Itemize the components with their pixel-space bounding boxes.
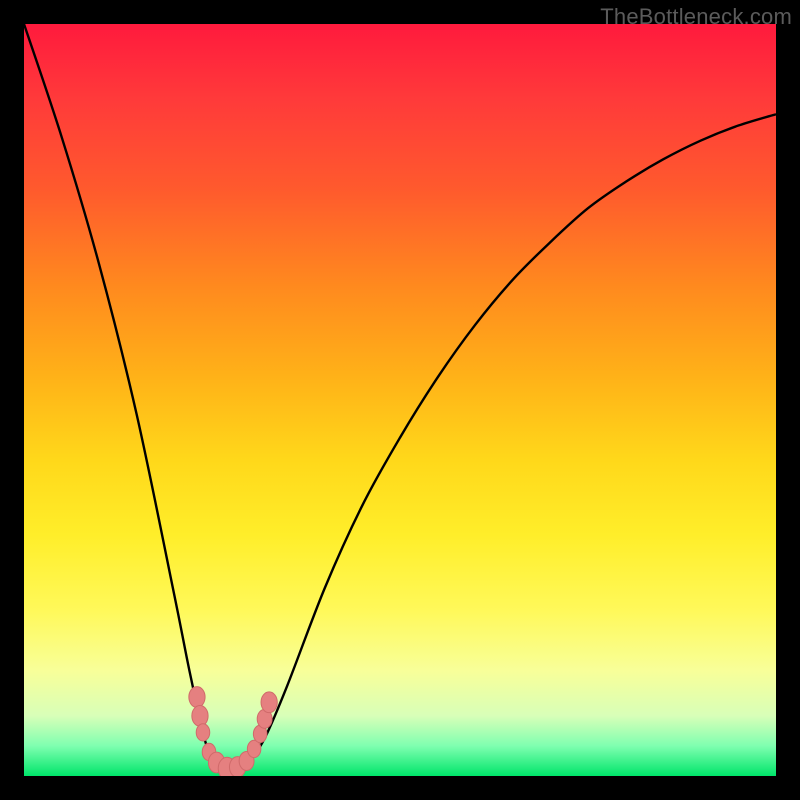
plot bbox=[24, 24, 776, 776]
watermark-text: TheBottleneck.com bbox=[600, 4, 792, 30]
beads-group bbox=[189, 687, 277, 776]
bead-marker bbox=[196, 724, 210, 741]
curve-svg bbox=[24, 24, 776, 776]
plot-frame bbox=[24, 24, 776, 776]
bead-marker bbox=[261, 692, 277, 713]
bead-marker bbox=[189, 687, 205, 708]
bottleneck-curve bbox=[24, 24, 776, 769]
bead-marker bbox=[192, 705, 208, 726]
